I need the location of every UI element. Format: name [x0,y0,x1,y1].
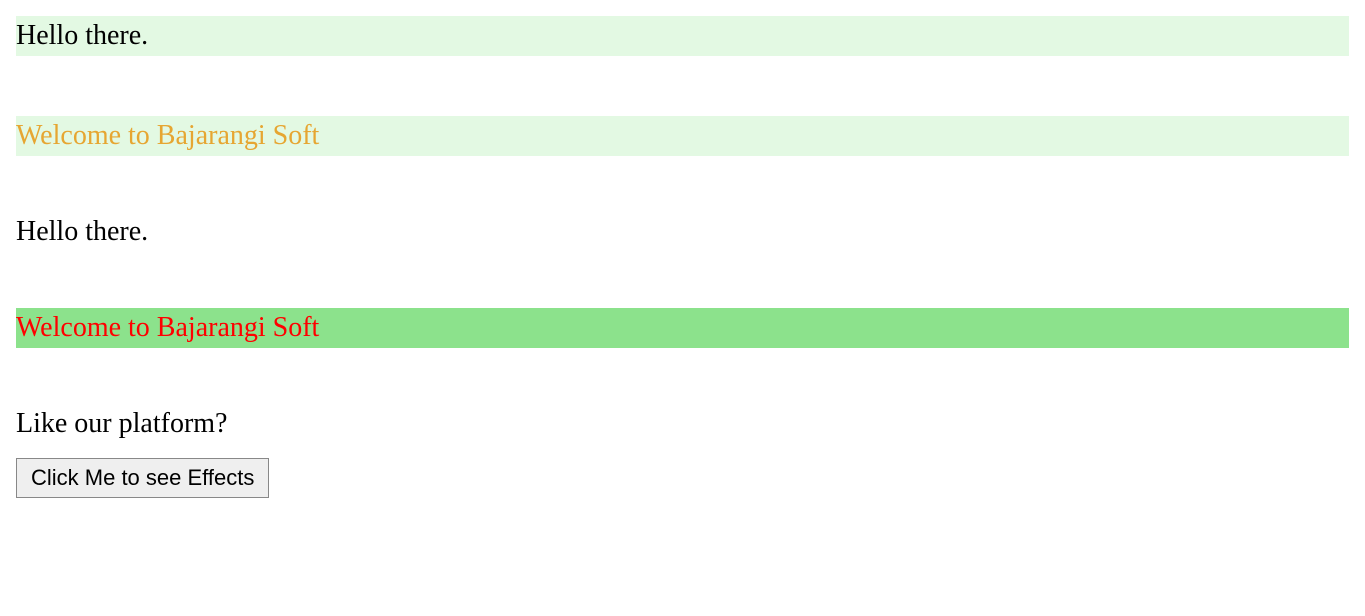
see-effects-button[interactable]: Click Me to see Effects [16,458,269,498]
greeting-line-1: Hello there. [16,16,1349,56]
welcome-line-2: Welcome to Bajarangi Soft [16,308,1349,348]
greeting-line-2: Hello there. [16,216,1349,248]
welcome-line-1: Welcome to Bajarangi Soft [16,116,1349,156]
question-line: Like our platform? [16,408,1349,440]
